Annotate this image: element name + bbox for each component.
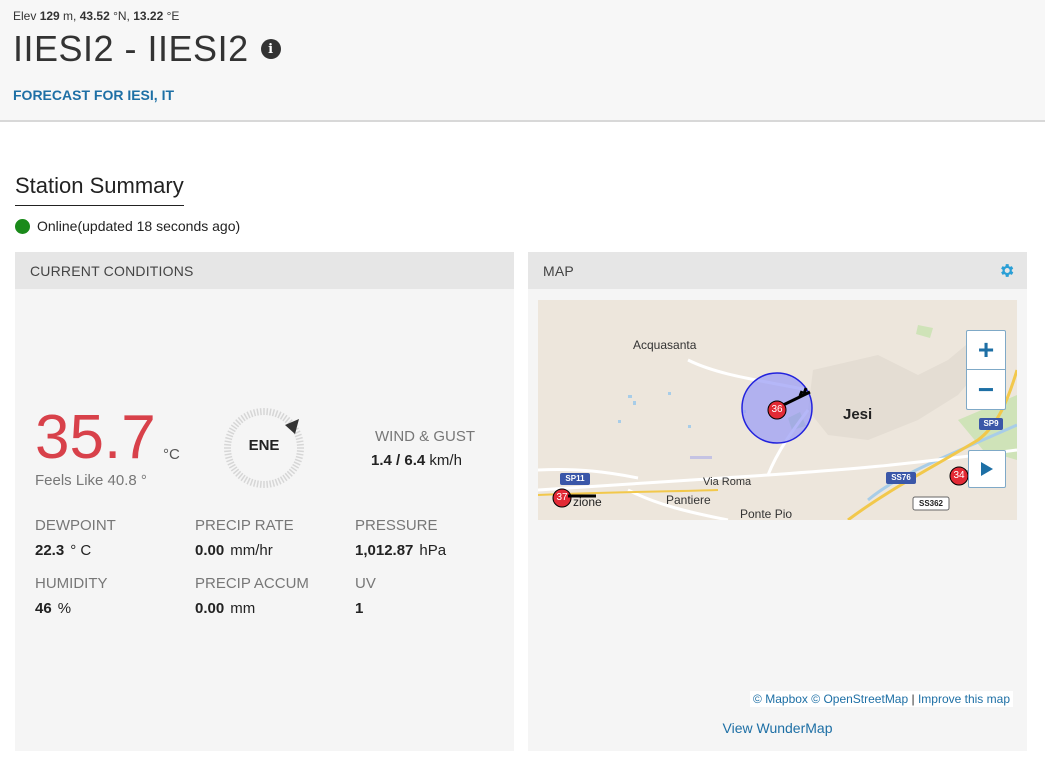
dewpoint-value: 22.3 ° C [35,542,91,559]
uv-label: UV [355,575,376,592]
status-text: Online(updated 18 seconds ago) [37,218,241,234]
pressure-unit: hPa [419,542,447,559]
forecast-link[interactable]: FORECAST FOR IESI, IT [13,87,174,103]
view-wundermap-link[interactable]: View WunderMap [528,720,1027,736]
humidity-number: 46 [35,600,52,617]
road-ss76: SS76 [891,473,911,482]
current-conditions-heading: CURRENT CONDITIONS [15,252,514,289]
zoom-out-button[interactable]: − [967,370,1005,409]
precip-accum-label: PRECIP ACCUM [195,575,309,592]
map-heading-label: MAP [543,262,574,279]
map-canvas[interactable]: Acquasanta Jesi Pantiere Via Roma Ponte … [538,300,1017,520]
humidity-value: 46% [35,600,71,617]
play-icon [981,462,993,476]
wind-unit: km/h [425,452,462,469]
lat-value: 43.52 [79,9,110,23]
map-attribution: © Mapbox © OpenStreetMap | Improve this … [750,691,1013,707]
place-pantiere: Pantiere [666,493,711,507]
station-location: Elev 129 m, 43.52 °N, 13.22 °E [13,9,179,23]
humidity-label: HUMIDITY [35,575,108,592]
precip-accum-unit: mm [230,600,256,617]
road-sp9: SP9 [983,419,999,428]
temperature-value: 35.7 [35,403,156,472]
elev-prefix: Elev [13,9,40,23]
gear-icon[interactable] [998,262,1015,279]
place-jesi: Jesi [843,406,873,423]
station-header: Elev 129 m, 43.52 °N, 13.22 °E IIESI2 - … [0,0,1045,122]
station-marker-36[interactable]: 36 [768,404,786,415]
station-marker-37[interactable]: 37 [553,492,571,503]
station-title: IIESI2 - IIESI2 [13,28,249,69]
play-animation-button[interactable] [968,450,1006,488]
current-conditions-panel: CURRENT CONDITIONS 35.7 °C Feels Like 40… [15,252,514,751]
map-panel: MAP Acquasanta Jesi Pantiere Via Roma Po… [528,252,1027,751]
precip-rate-number: 0.00 [195,542,225,559]
attrib-mapbox-link[interactable]: © Mapbox [753,692,808,706]
feels-like: Feels Like 40.8 ° [35,472,147,489]
lon-value: 13.22 [133,9,164,23]
wind-separator: / [391,452,405,469]
precip-rate-label: PRECIP RATE [195,517,294,534]
attrib-separator: | [908,692,918,706]
pressure-number: 1,012.87 [355,542,414,559]
road-sp11: SP11 [565,474,585,483]
precip-rate-value: 0.00 mm/hr [195,542,273,559]
summary-title: Station Summary [15,173,184,206]
dewpoint-number: 22.3 [35,542,65,559]
place-acquasanta: Acquasanta [633,338,697,352]
wind-compass: ENE [223,407,305,489]
wind-speed: 1.4 [371,452,392,469]
precip-accum-value: 0.00 mm [195,600,255,617]
precip-rate-unit: mm/hr [230,542,273,559]
pressure-value: 1,012.87 hPa [355,542,446,559]
station-marker-34[interactable]: 34 [950,470,968,481]
wind-gust-label: WIND & GUST [375,428,475,445]
status-indicator: Online(updated 18 seconds ago) [15,218,240,234]
humidity-unit: % [57,600,72,617]
info-icon[interactable]: i [260,39,281,59]
elev-unit: m, [59,9,80,23]
attrib-osm-link[interactable]: © OpenStreetMap [811,692,908,706]
lat-unit: °N, [109,9,134,23]
wind-gust: 6.4 [404,452,426,469]
temperature-unit: °C [163,446,180,463]
precip-accum-number: 0.00 [195,600,225,617]
dewpoint-label: DEWPOINT [35,517,116,534]
place-zione: zione [573,495,602,509]
pressure-label: PRESSURE [355,517,438,534]
map-heading: MAP [528,252,1027,289]
dewpoint-unit: ° C [70,542,92,559]
zoom-in-button[interactable]: + [967,331,1005,370]
wind-gust-value: 1.4 / 6.4 km/h [371,452,462,469]
title-row: IIESI2 - IIESI2 i [13,28,281,70]
uv-value: 1 [355,600,369,617]
road-ss362: SS362 [918,499,944,508]
place-via-roma: Via Roma [703,476,752,488]
attrib-improve-link[interactable]: Improve this map [918,692,1010,706]
place-ponte-pio: Ponte Pio [740,507,793,520]
elev-value: 129 [39,9,60,23]
uv-number: 1 [355,600,364,617]
online-dot-icon [15,218,30,234]
lon-unit: °E [163,9,180,23]
wind-direction: ENE [248,437,280,454]
zoom-control: + − [966,330,1006,410]
